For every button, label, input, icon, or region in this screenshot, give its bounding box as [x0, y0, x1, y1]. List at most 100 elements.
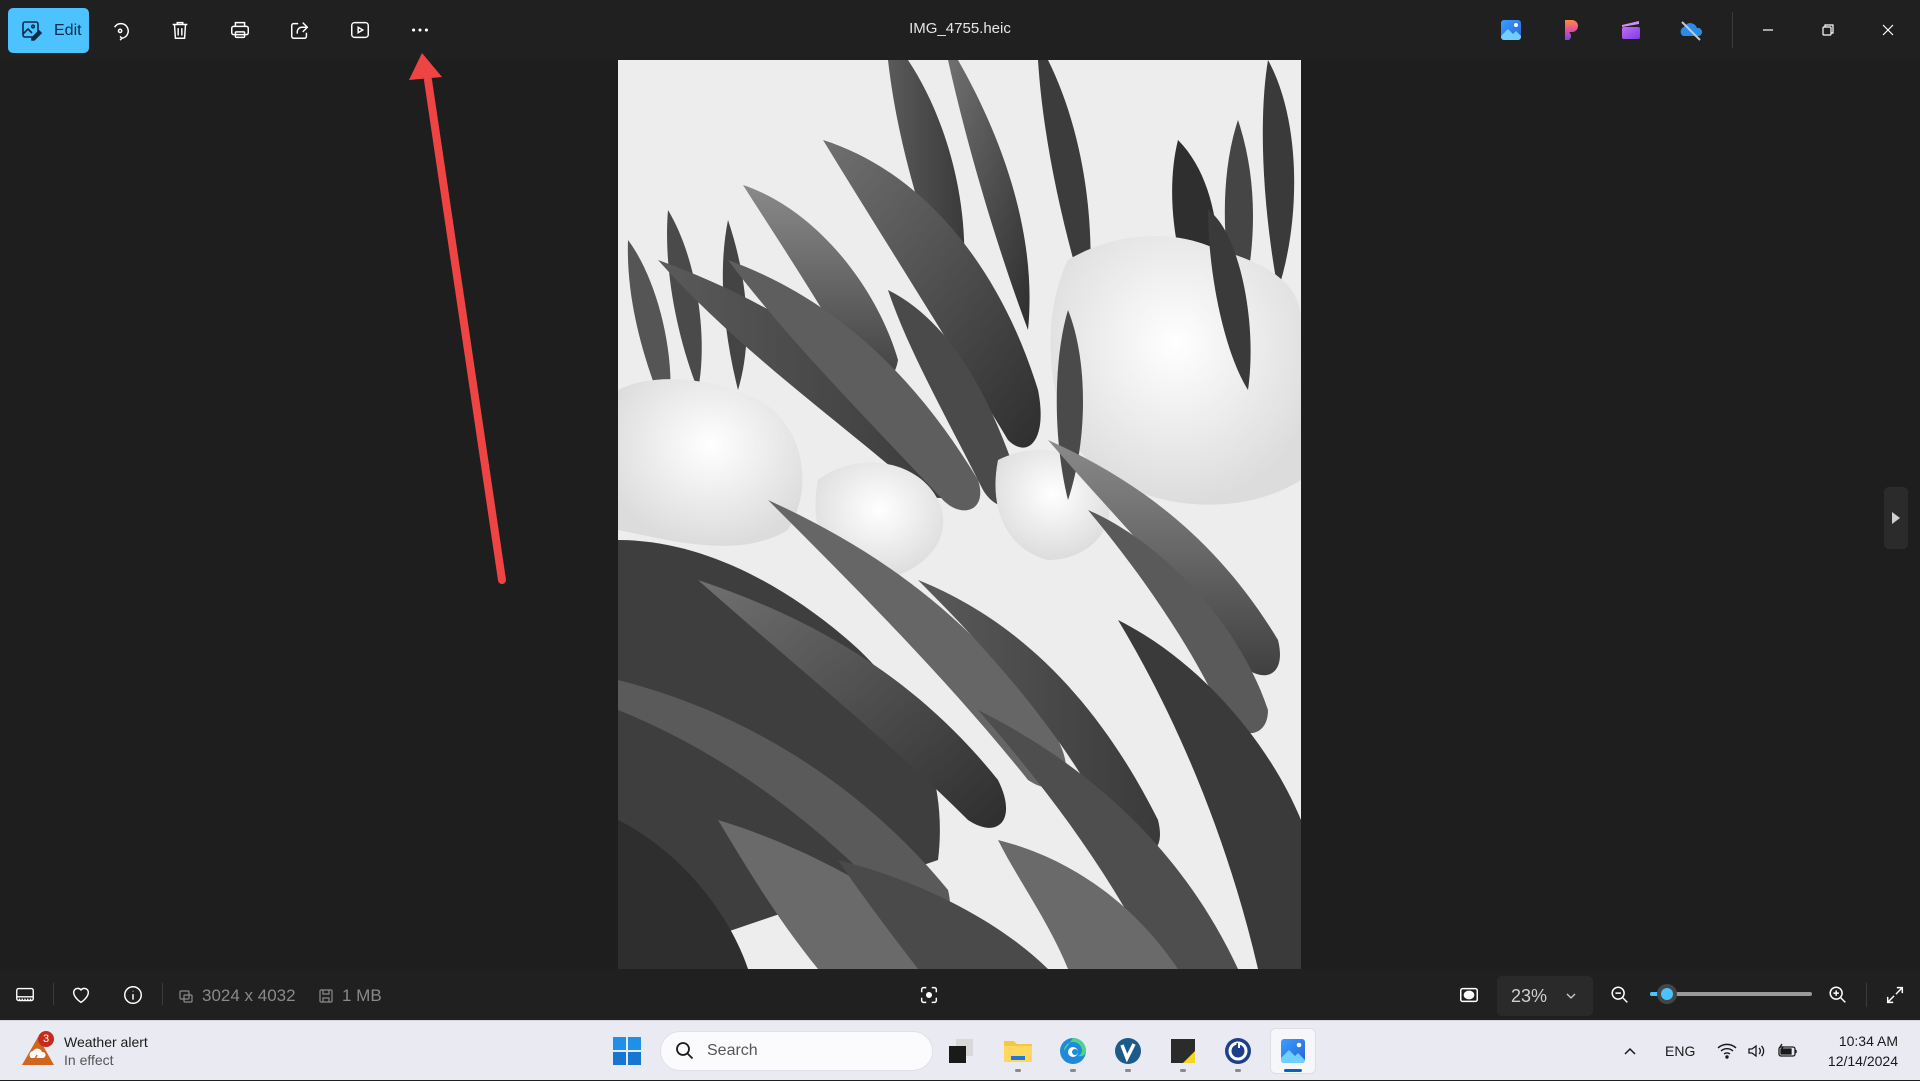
- more-options-button[interactable]: [400, 10, 440, 50]
- rotate-button[interactable]: [101, 10, 141, 50]
- language-text: ENG: [1665, 1043, 1696, 1059]
- show-hidden-icons-button[interactable]: [1622, 1021, 1638, 1081]
- restore-icon: [1822, 24, 1834, 36]
- zoom-slider-thumb[interactable]: [1657, 984, 1678, 1004]
- print-button[interactable]: [220, 10, 260, 50]
- edit-label: Edit: [54, 21, 82, 39]
- designer-button[interactable]: [1617, 16, 1645, 44]
- windows-logo-icon: [613, 1037, 641, 1065]
- zoom-in-icon: [1829, 986, 1846, 1003]
- slideshow-icon: [351, 21, 369, 39]
- title-separator: [1732, 12, 1733, 48]
- start-button[interactable]: [605, 1029, 649, 1073]
- clock-date: 12/14/2024: [1827, 1053, 1898, 1069]
- photo-image: [618, 60, 1301, 969]
- photos-app-window: Edit IMG_4755.heic 3024 x 4032 1 MB 23%: [0, 0, 1920, 1020]
- clock-time: 10:34 AM: [1838, 1033, 1898, 1049]
- bottom-toolbar: 3024 x 4032 1 MB 23%: [0, 969, 1920, 1020]
- dimensions-icon: [179, 990, 193, 1003]
- windows-taskbar: 3 Weather alert In effect Search ENG 10:…: [0, 1020, 1920, 1080]
- zoom-out-button[interactable]: [1602, 977, 1638, 1013]
- share-icon: [291, 22, 309, 39]
- designer-icon: [1622, 21, 1640, 39]
- print-icon: [231, 21, 249, 39]
- heart-icon: [72, 987, 90, 1004]
- next-image-button[interactable]: [1884, 487, 1908, 549]
- edge-icon: [1060, 1038, 1086, 1064]
- next-arrow-icon: [1892, 512, 1900, 524]
- running-indicator: [1235, 1069, 1241, 1072]
- file-size: 1 MB: [318, 986, 382, 1006]
- fit-to-window-button[interactable]: [1451, 977, 1487, 1013]
- taskbar-app-power-automate[interactable]: [1216, 1029, 1260, 1073]
- delete-button[interactable]: [160, 10, 200, 50]
- file-explorer-icon: [1004, 1041, 1032, 1062]
- system-tray-status[interactable]: [1717, 1021, 1799, 1081]
- trash-icon: [172, 21, 188, 39]
- info-icon: [124, 986, 142, 1004]
- zoom-slider[interactable]: [1650, 984, 1812, 1004]
- minimize-button[interactable]: [1738, 0, 1798, 60]
- close-button[interactable]: [1858, 0, 1918, 60]
- edit-image-icon: [22, 20, 43, 41]
- bottom-separator-2: [162, 983, 163, 1005]
- veeam-icon: [1115, 1038, 1141, 1064]
- filmstrip-icon: [16, 987, 34, 1002]
- clipchamp-button[interactable]: [1557, 16, 1585, 44]
- taskbar-app-edge[interactable]: [1051, 1029, 1095, 1073]
- rotate-icon: [113, 22, 129, 41]
- weather-alert-icon-wrap: 3: [20, 1031, 56, 1069]
- share-button[interactable]: [280, 10, 320, 50]
- visual-search-button[interactable]: [911, 977, 947, 1013]
- running-indicator: [1180, 1069, 1186, 1072]
- zoom-in-button[interactable]: [1820, 977, 1856, 1013]
- chevron-up-icon: [1624, 1047, 1636, 1055]
- clock[interactable]: 10:34 AM 12/14/2024: [1828, 1031, 1898, 1071]
- fit-window-icon: [1460, 987, 1478, 1003]
- weather-widget[interactable]: 3 Weather alert In effect: [20, 1027, 148, 1075]
- bottom-separator-1: [53, 983, 54, 1005]
- filmstrip-button[interactable]: [7, 977, 43, 1013]
- full-screen-button[interactable]: [1877, 977, 1913, 1013]
- file-size-text: 1 MB: [342, 986, 382, 1005]
- power-automate-icon: [1225, 1038, 1251, 1064]
- taskbar-app-task-view[interactable]: [939, 1029, 983, 1073]
- weather-badge: 3: [38, 1031, 54, 1047]
- photos-taskbar-icon: [1281, 1039, 1305, 1063]
- running-indicator: [1125, 1069, 1131, 1072]
- weather-subtitle: In effect: [64, 1052, 114, 1068]
- title-bar: Edit IMG_4755.heic: [0, 0, 1920, 60]
- search-placeholder: Search: [707, 1042, 758, 1059]
- info-button[interactable]: [115, 977, 151, 1013]
- photos-app-button[interactable]: [1497, 16, 1525, 44]
- taskbar-app-veeam[interactable]: [1106, 1029, 1150, 1073]
- bottom-separator-3: [1866, 983, 1867, 1007]
- taskbar-app-sticky-notes[interactable]: [1161, 1029, 1205, 1073]
- image-dimensions: 3024 x 4032: [178, 986, 296, 1006]
- active-indicator: [1284, 1069, 1302, 1072]
- slideshow-button[interactable]: [340, 10, 380, 50]
- running-indicator: [1015, 1069, 1021, 1072]
- zoom-out-icon: [1611, 986, 1628, 1003]
- photo-canvas[interactable]: [618, 60, 1301, 969]
- battery-charging-icon: [1778, 1043, 1797, 1057]
- zoom-level-dropdown[interactable]: 23%: [1497, 976, 1593, 1016]
- clipchamp-icon: [1565, 20, 1578, 40]
- running-indicator: [1070, 1069, 1076, 1072]
- sticky-notes-icon: [1171, 1039, 1195, 1063]
- more-options-icon: [412, 28, 428, 32]
- edit-button[interactable]: Edit: [8, 8, 89, 53]
- expand-icon: [1886, 986, 1904, 1004]
- restore-button[interactable]: [1798, 0, 1858, 60]
- onedrive-off-icon: [1680, 21, 1703, 41]
- taskbar-app-photos[interactable]: [1271, 1029, 1315, 1073]
- dimensions-text: 3024 x 4032: [202, 986, 296, 1005]
- taskbar-search[interactable]: Search: [660, 1031, 933, 1071]
- language-indicator[interactable]: ENG: [1665, 1021, 1695, 1081]
- chevron-down-icon: [1566, 993, 1576, 999]
- visual-search-icon: [920, 986, 938, 1004]
- taskbar-app-file-explorer[interactable]: [996, 1029, 1040, 1073]
- weather-title: Weather alert: [64, 1034, 148, 1050]
- favorite-button[interactable]: [63, 977, 99, 1013]
- onedrive-button[interactable]: [1677, 16, 1705, 44]
